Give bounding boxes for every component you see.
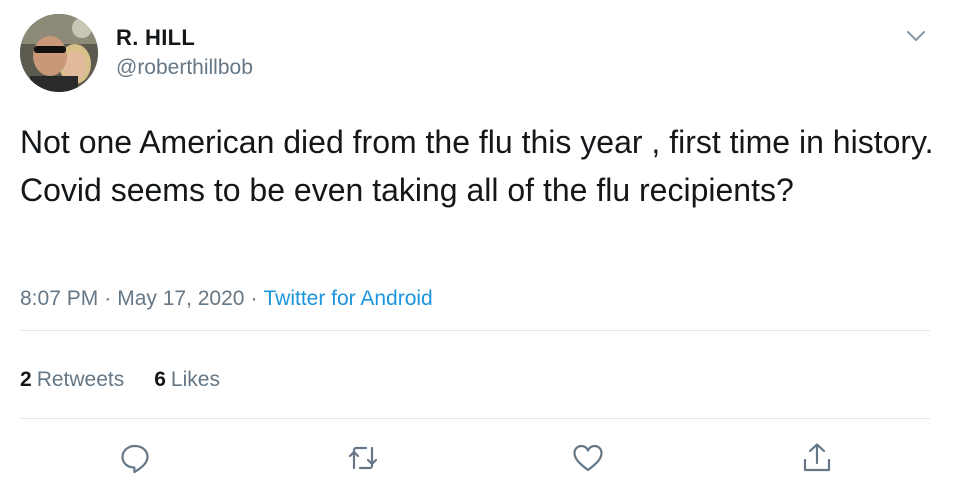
likes-label: Likes (170, 368, 220, 391)
meta-separator: · (250, 287, 258, 310)
retweet-icon (348, 446, 378, 470)
display-name[interactable]: R. HILL (116, 24, 195, 52)
tweet-stats: 2 Retweets 6 Likes (20, 366, 250, 394)
tweet-time[interactable]: 8:07 PM (20, 287, 98, 310)
likes-stat[interactable]: 6 Likes (154, 366, 220, 394)
avatar-photo (20, 14, 98, 92)
tweet-card: R. HILL @roberthillbob Not one American … (0, 0, 954, 492)
retweets-label: Retweets (36, 368, 125, 391)
retweets-count: 2 (20, 368, 32, 391)
retweet-button[interactable] (345, 440, 381, 476)
tweet-date[interactable]: May 17, 2020 (117, 287, 244, 310)
heart-icon (573, 444, 603, 472)
likes-count: 6 (154, 368, 166, 391)
speech-bubble-icon (121, 444, 149, 474)
reply-button[interactable] (117, 440, 153, 476)
tweet-text: Not one American died from the flu this … (20, 124, 952, 208)
avatar[interactable] (20, 14, 98, 92)
divider (20, 330, 930, 331)
share-icon (803, 443, 831, 472)
tweet-metadata: 8:07 PM · May 17, 2020 · Twitter for Android (20, 285, 433, 313)
user-handle[interactable]: @roberthillbob (116, 54, 253, 82)
meta-separator: · (104, 287, 112, 310)
share-button[interactable] (799, 440, 835, 476)
tweet-source-link[interactable]: Twitter for Android (263, 287, 432, 310)
divider (20, 418, 930, 419)
chevron-down-icon[interactable] (902, 22, 930, 50)
retweets-stat[interactable]: 2 Retweets (20, 366, 124, 394)
like-button[interactable] (570, 440, 606, 476)
